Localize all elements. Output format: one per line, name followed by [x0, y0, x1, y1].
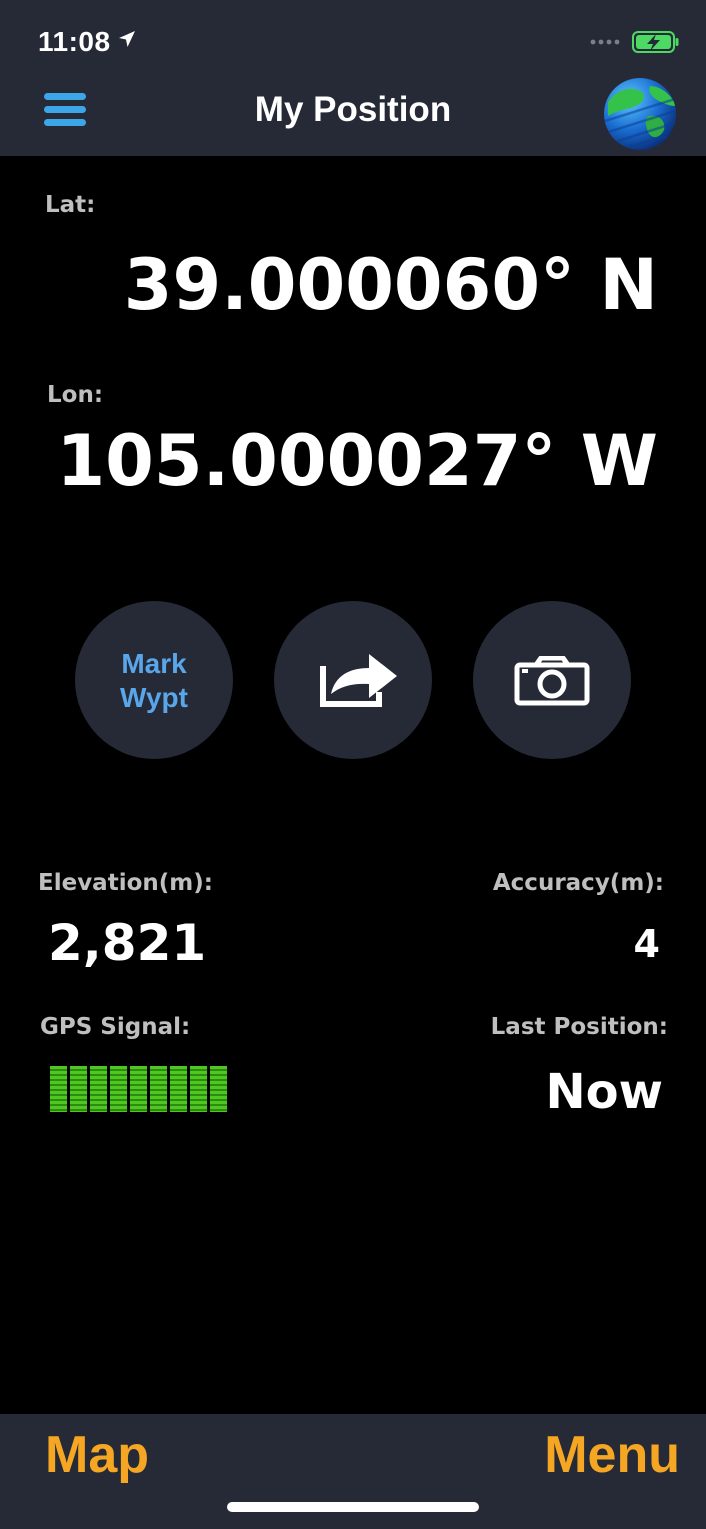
gps-signal-bar	[110, 1066, 127, 1112]
gps-signal-bars	[50, 1066, 227, 1112]
last-position-label: Last Position:	[490, 1014, 668, 1040]
mark-button-line2: Wypt	[120, 682, 188, 713]
share-button[interactable]	[274, 601, 432, 759]
cellular-signal-icon	[590, 39, 620, 45]
mark-waypoint-button[interactable]: Mark Wypt	[75, 601, 233, 759]
last-position-value: Now	[545, 1064, 664, 1120]
page-title: My Position	[254, 90, 452, 129]
gps-signal-bar	[90, 1066, 107, 1112]
location-arrow-icon	[119, 31, 135, 47]
home-indicator	[227, 1502, 479, 1512]
elevation-value: 2,821	[48, 914, 207, 972]
mark-button-line1: Mark	[121, 648, 187, 679]
accuracy-label: Accuracy(m):	[492, 870, 664, 896]
battery-charging-icon	[632, 31, 679, 53]
status-time: 11:08	[38, 26, 111, 57]
gps-signal-bar	[170, 1066, 187, 1112]
lon-value: 105.000027° W	[56, 420, 658, 502]
accuracy-value: 4	[633, 922, 660, 966]
map-button[interactable]: Map	[45, 1425, 149, 1485]
gps-signal-bar	[50, 1066, 67, 1112]
gps-signal-label: GPS Signal:	[40, 1014, 191, 1040]
lat-label: Lat:	[45, 192, 96, 218]
gps-signal-bar	[70, 1066, 87, 1112]
gps-signal-bar	[130, 1066, 147, 1112]
gps-signal-bar	[190, 1066, 207, 1112]
share-icon	[320, 654, 397, 707]
lon-label: Lon:	[47, 382, 104, 408]
gps-signal-bar	[210, 1066, 227, 1112]
elevation-label: Elevation(m):	[38, 870, 213, 896]
camera-icon	[514, 656, 590, 706]
gps-signal-bar	[150, 1066, 167, 1112]
camera-button[interactable]	[473, 601, 631, 759]
lat-value: 39.000060° N	[123, 244, 658, 326]
menu-button[interactable]: Menu	[544, 1425, 680, 1485]
globe-icon[interactable]	[602, 76, 678, 152]
